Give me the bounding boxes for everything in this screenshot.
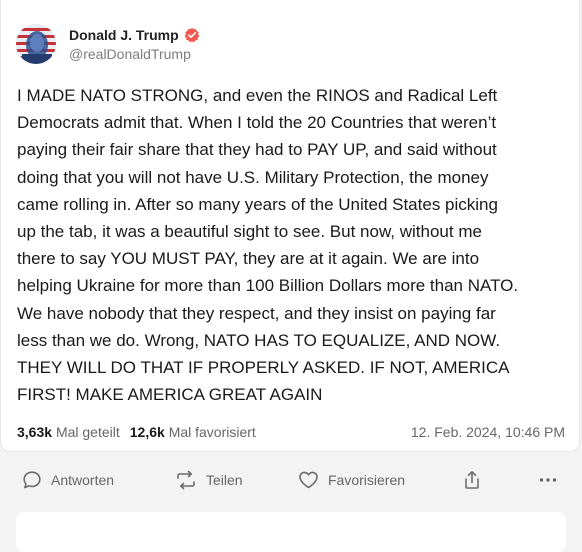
avatar[interactable] — [16, 24, 56, 64]
author-name-row: Donald J. Trump — [69, 27, 200, 43]
repost-arrows-icon — [177, 470, 195, 490]
reshare-count: 3,63k — [17, 424, 53, 440]
post-header: Donald J. Trump @realDonaldTrump — [16, 24, 200, 64]
heart-icon — [299, 471, 318, 489]
favorite-count: 12,6k — [129, 424, 165, 440]
post-stats: 3,63k Mal geteilt 12,6k Mal favorisiert … — [17, 424, 565, 440]
favorite-stat-label: Mal favorisiert — [168, 424, 256, 440]
author-handle[interactable]: @realDonaldTrump — [69, 46, 200, 62]
share-label: Teilen — [206, 472, 243, 488]
verified-badge-icon — [184, 27, 200, 43]
favorite-label: Favorisieren — [328, 472, 406, 488]
post-timestamp[interactable]: 12. Feb. 2024, 10:46 PM — [411, 424, 565, 440]
post-body-text: I MADE NATO STRONG, and even the RINOS a… — [17, 86, 519, 405]
reshare-stat[interactable]: 3,63k Mal geteilt — [17, 424, 120, 440]
author-name[interactable]: Donald J. Trump — [69, 27, 179, 43]
action-bar: Antworten Teilen Favorisieren — [0, 458, 582, 502]
favorite-stat[interactable]: 12,6k Mal favorisiert — [130, 424, 256, 440]
export-button[interactable] — [462, 470, 482, 490]
more-dots-icon — [539, 478, 557, 482]
reply-button[interactable]: Antworten — [22, 470, 114, 490]
more-options-button[interactable] — [538, 470, 558, 490]
reshare-label: Mal geteilt — [55, 424, 120, 440]
avatar-image — [16, 24, 56, 64]
speech-bubble-icon — [23, 471, 41, 489]
author-info: Donald J. Trump @realDonaldTrump — [69, 27, 200, 62]
favorite-button[interactable]: Favorisieren — [298, 470, 405, 490]
next-post-card-edge — [16, 512, 566, 552]
share-upload-icon — [465, 471, 479, 489]
share-button[interactable]: Teilen — [175, 470, 243, 490]
reply-label: Antworten — [51, 472, 115, 488]
